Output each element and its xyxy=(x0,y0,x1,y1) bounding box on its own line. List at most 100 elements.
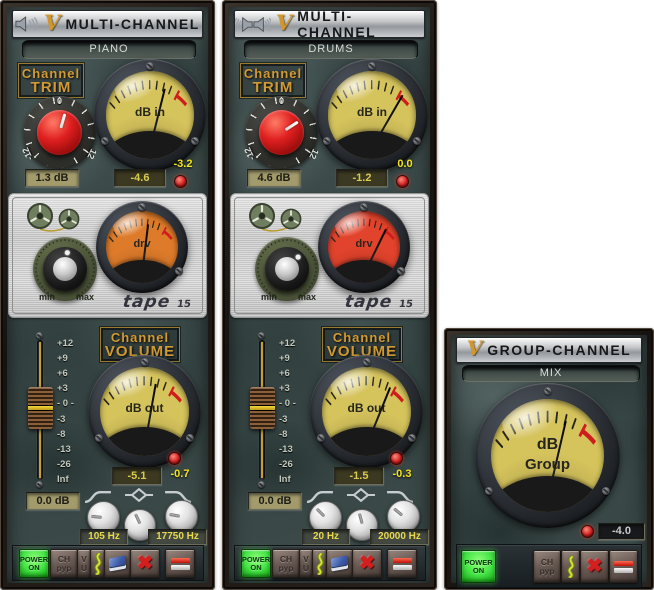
signal-cable-button[interactable] xyxy=(561,550,580,583)
tape-logo: tape 15 xyxy=(121,292,192,312)
brand-v-logo: V xyxy=(44,10,60,35)
group-clip-led xyxy=(581,525,594,538)
db-out-value-display: -1.5 xyxy=(334,467,384,485)
tape-logo: tape 15 xyxy=(343,292,414,312)
screw xyxy=(138,203,146,211)
book-icon xyxy=(109,555,126,571)
tape-saturation-section: min max drv tape 15 xyxy=(8,193,207,318)
strip-header: V MULTI-CHANNEL xyxy=(234,10,425,38)
tape-saturation-section: min max drv tape 15 xyxy=(230,193,429,318)
close-icon: ✖ xyxy=(359,553,375,575)
tape-reels-icon xyxy=(24,201,84,237)
strip-header: V MULTI-CHANNEL xyxy=(12,10,203,38)
group-header: V GROUP-CHANNEL xyxy=(456,337,642,363)
fader-scale: +12+9 +6+3 - 0 --3 -8-13 -26Inf xyxy=(279,338,296,485)
tape-drive-knob[interactable]: min max xyxy=(255,237,319,301)
button-row: POWERON CHpyp VU ✖ xyxy=(12,545,204,581)
drive-max-label: max xyxy=(298,292,316,302)
drive-meter-label: drv xyxy=(106,238,178,250)
db-out-meter: dB out xyxy=(88,355,201,468)
screw xyxy=(360,203,368,211)
mid-notch-icon xyxy=(121,488,157,502)
fader-handle[interactable] xyxy=(28,387,53,429)
brand-v-logo: V xyxy=(276,10,292,35)
vu-mode-button[interactable]: VU xyxy=(77,549,91,578)
trim-knob[interactable]: 0 -12 12 xyxy=(245,96,318,169)
screw xyxy=(141,358,149,366)
fader-screw xyxy=(258,481,265,488)
logo-bars-button[interactable] xyxy=(387,549,417,578)
screw xyxy=(602,487,610,495)
manual-button[interactable] xyxy=(104,549,131,578)
bars-icon xyxy=(171,558,190,570)
speaker-mono-icon xyxy=(15,16,39,32)
channel-bypass-button[interactable]: CHpyp xyxy=(272,549,300,578)
signal-cable-button[interactable] xyxy=(90,549,105,578)
channel-name-field[interactable]: DRUMS xyxy=(244,40,418,59)
low-cut-freq-display: 105 Hz xyxy=(80,529,128,545)
manual-button[interactable] xyxy=(326,549,353,578)
cable-icon xyxy=(314,553,326,575)
brand-v-logo: V xyxy=(467,336,483,360)
clip-led xyxy=(174,175,187,188)
close-icon: ✖ xyxy=(587,556,603,578)
close-button[interactable]: ✖ xyxy=(580,550,609,583)
header-title: MULTI-CHANNEL xyxy=(297,8,424,40)
channel-trim-label: Channel TRIM xyxy=(18,63,84,98)
screw xyxy=(175,267,183,275)
power-on-button[interactable]: POWERON xyxy=(19,549,49,578)
group-channel-mix: V GROUP-CHANNEL MIX dB Group -4.0 POWERO… xyxy=(444,328,654,590)
logo-bars-button[interactable] xyxy=(165,549,195,578)
group-name-field[interactable]: MIX xyxy=(462,365,640,382)
channel-bypass-button[interactable]: CHpyp xyxy=(533,550,561,583)
high-cut-freq-display: 20000 Hz xyxy=(370,529,429,545)
high-cut-freq-display: 17750 Hz xyxy=(148,529,207,545)
close-button[interactable]: ✖ xyxy=(130,549,160,578)
screw xyxy=(95,434,103,442)
signal-cable-button[interactable] xyxy=(312,549,327,578)
channel-name-field[interactable]: PIANO xyxy=(22,40,196,59)
db-out-value-display: -5.1 xyxy=(112,467,162,485)
tape-reels-icon xyxy=(246,201,306,237)
low-cut-freq-display: 20 Hz xyxy=(302,529,350,545)
power-on-button[interactable]: POWERON xyxy=(241,549,271,578)
bars-icon xyxy=(393,558,412,570)
trim-value-display: 1.3 dB xyxy=(25,169,79,187)
close-icon: ✖ xyxy=(137,553,153,575)
tape-drive-knob[interactable]: min max xyxy=(33,237,97,301)
trim-knob-pointer xyxy=(59,113,66,128)
trim-value-display: 4.6 dB xyxy=(247,169,301,187)
screw xyxy=(397,267,405,275)
button-row: POWERON CHpyp VU ✖ xyxy=(234,545,426,581)
drive-meter: drv xyxy=(318,201,410,293)
trim-knob[interactable]: 0 -12 12 xyxy=(23,96,96,169)
bars-icon xyxy=(614,561,633,573)
db-out-meter: dB out xyxy=(310,355,423,468)
vu-mode-button[interactable]: VU xyxy=(299,549,313,578)
screw xyxy=(146,62,154,70)
screw xyxy=(363,358,371,366)
plugin-workspace: { "colors": { "accent_gold": "#d29a33", … xyxy=(0,0,654,590)
fader-screw xyxy=(258,332,265,339)
channel-bypass-button[interactable]: CHpyp xyxy=(50,549,78,578)
db-in-peak-readout: -3.2 xyxy=(164,158,202,170)
close-button[interactable]: ✖ xyxy=(352,549,382,578)
clip-led xyxy=(396,175,409,188)
volume-fader[interactable] xyxy=(28,330,55,490)
volume-fader[interactable] xyxy=(250,330,277,490)
channel-trim-label: Channel TRIM xyxy=(240,63,306,98)
drive-min-label: min xyxy=(261,292,277,302)
screw xyxy=(317,434,325,442)
db-out-peak-readout: -0.7 xyxy=(160,468,200,480)
power-on-button[interactable]: POWERON xyxy=(461,550,496,583)
db-in-value-display: -4.6 xyxy=(114,169,166,187)
group-meter: dB Group xyxy=(475,383,620,528)
drive-min-label: min xyxy=(39,292,55,302)
drive-meter-label: drv xyxy=(328,238,400,250)
channel-strip-piano: V MULTI-CHANNEL PIANO Channel TRIM 0 -12… xyxy=(0,0,215,590)
fader-handle[interactable] xyxy=(250,387,275,429)
cable-icon xyxy=(92,553,104,575)
drive-meter: drv xyxy=(96,201,188,293)
logo-bars-button[interactable] xyxy=(609,550,638,583)
out-clip-led xyxy=(168,452,181,465)
